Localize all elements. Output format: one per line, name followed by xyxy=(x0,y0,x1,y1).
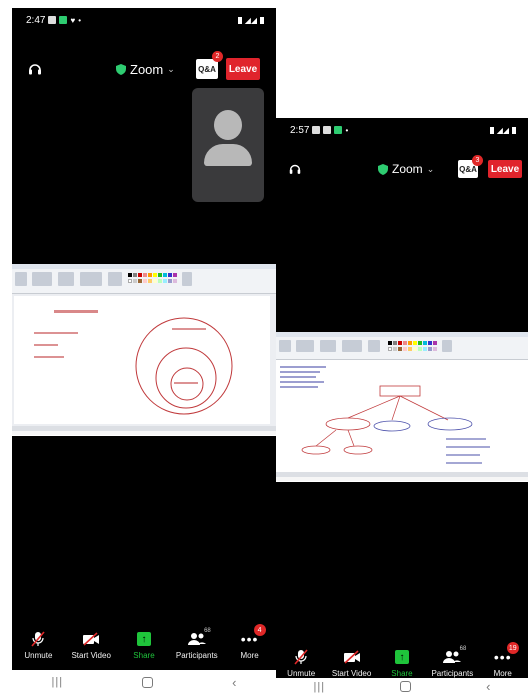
qa-badge: 3 xyxy=(472,155,483,166)
recents-icon[interactable]: ||| xyxy=(314,681,326,693)
more-label: More xyxy=(240,651,259,660)
share-arrow-icon: ↑ xyxy=(136,632,151,646)
android-nav-bar: ||| ‹ xyxy=(276,678,528,695)
participants-icon xyxy=(443,651,462,663)
mic-muted-icon xyxy=(294,649,308,665)
battery-level-icon xyxy=(512,126,516,134)
notification-icon xyxy=(59,16,68,24)
battery-icon xyxy=(237,16,242,24)
meeting-controls: Unmute Start Video ↑ Share 68 Participan… xyxy=(276,642,528,678)
meeting-title-label: Zoom xyxy=(392,162,423,176)
paint-canvas xyxy=(12,294,276,426)
more-badge: 19 xyxy=(506,642,519,654)
battery-icon xyxy=(489,126,494,134)
drawing xyxy=(280,366,490,464)
qa-label: Q&A xyxy=(198,64,216,74)
mic-muted-icon xyxy=(31,631,45,647)
meeting-controls: Unmute Start Video ↑ Share 68 Participan… xyxy=(12,624,276,660)
leave-button[interactable]: Leave xyxy=(488,160,522,178)
leave-button[interactable]: Leave xyxy=(226,58,260,80)
unmute-label: Unmute xyxy=(287,669,316,678)
more-dots-icon: ••• xyxy=(240,631,259,647)
more-button[interactable]: ••• 4 More xyxy=(226,624,274,660)
more-dots-icon: ••• xyxy=(493,649,512,665)
back-icon[interactable]: ‹ xyxy=(232,675,236,690)
share-label: Share xyxy=(133,651,155,660)
phone-screen-right: 2:57 • ◢◢ Zoom ⌄ Q&A 3 Leave Unmute Star… xyxy=(276,118,528,695)
audio-icon[interactable] xyxy=(24,58,46,80)
signal-icon: ◢◢ xyxy=(496,125,509,135)
video-off-icon xyxy=(83,632,100,646)
paint-toolbar xyxy=(12,264,276,294)
android-nav-bar: ||| ‹ xyxy=(12,672,276,692)
paint-toolbar xyxy=(276,332,528,360)
shared-screen[interactable] xyxy=(12,264,276,436)
meeting-title-label: Zoom xyxy=(130,61,164,77)
participants-count: 68 xyxy=(459,646,467,652)
avatar xyxy=(214,110,242,140)
participants-button[interactable]: 68 Participants xyxy=(173,628,221,660)
qa-label: Q&A xyxy=(459,164,477,174)
audio-icon[interactable] xyxy=(284,158,306,180)
home-icon[interactable] xyxy=(142,676,154,688)
avatar xyxy=(204,144,252,166)
participants-count: 68 xyxy=(204,628,211,634)
heart-icon: ♥ xyxy=(70,15,76,25)
share-button[interactable]: ↑ Share xyxy=(378,648,426,678)
qa-button[interactable]: Q&A xyxy=(196,59,218,79)
participants-icon xyxy=(187,633,206,645)
battery-level-icon xyxy=(260,16,264,24)
drawing xyxy=(34,310,233,415)
status-bar: 2:57 • ◢◢ xyxy=(276,118,528,142)
phone-screen-left: 2:47 ♥ • ◢◢ Zoom ⌄ Q&A 2 Leave Unmute St… xyxy=(12,8,276,670)
dot-icon: • xyxy=(345,125,349,135)
notification-icon xyxy=(334,126,343,134)
notification-icon xyxy=(312,126,321,134)
meeting-title[interactable]: Zoom ⌄ xyxy=(378,162,434,176)
unmute-button[interactable]: Unmute xyxy=(277,648,325,678)
status-time: 2:47 xyxy=(26,14,46,26)
notification-icon xyxy=(48,16,57,24)
share-label: Share xyxy=(391,669,413,678)
more-label: More xyxy=(493,669,512,678)
meeting-title[interactable]: Zoom ⌄ xyxy=(116,62,175,77)
more-button[interactable]: ••• 19 More xyxy=(479,642,527,678)
status-time: 2:57 xyxy=(290,124,310,136)
drawing-page xyxy=(276,360,528,472)
recents-icon[interactable]: ||| xyxy=(52,676,64,688)
meeting-top-bar: Zoom ⌄ Q&A 3 Leave xyxy=(276,154,528,184)
shield-icon xyxy=(378,163,388,175)
notification-icon xyxy=(323,126,332,134)
dot-icon: • xyxy=(78,15,82,25)
signal-icon: ◢◢ xyxy=(244,15,257,25)
share-button[interactable]: ↑ Share xyxy=(120,630,168,660)
meeting-top-bar: Zoom ⌄ Q&A 2 Leave xyxy=(12,51,276,84)
chevron-down-icon: ⌄ xyxy=(167,63,175,74)
unmute-button[interactable]: Unmute xyxy=(14,630,62,660)
status-bar: 2:47 ♥ • ◢◢ xyxy=(12,8,276,32)
shared-screen[interactable] xyxy=(276,332,528,482)
back-icon[interactable]: ‹ xyxy=(486,679,490,694)
start-video-button[interactable]: Start Video xyxy=(328,648,376,678)
drawing-page xyxy=(14,296,270,424)
participants-button[interactable]: 68 Participants xyxy=(428,646,476,678)
participants-label: Participants xyxy=(431,669,474,678)
unmute-label: Unmute xyxy=(24,651,53,660)
video-off-icon xyxy=(343,650,360,664)
home-icon[interactable] xyxy=(400,681,412,692)
self-video-tile[interactable] xyxy=(192,88,264,202)
start-video-label: Start Video xyxy=(71,651,111,660)
chevron-down-icon: ⌄ xyxy=(426,163,435,174)
shield-icon xyxy=(116,63,126,75)
qa-badge: 2 xyxy=(212,51,223,62)
start-video-button[interactable]: Start Video xyxy=(67,630,115,660)
participants-label: Participants xyxy=(175,651,218,660)
more-badge: 4 xyxy=(253,624,266,636)
start-video-label: Start Video xyxy=(331,669,372,678)
share-arrow-icon: ↑ xyxy=(394,650,409,664)
paint-canvas xyxy=(276,360,528,472)
